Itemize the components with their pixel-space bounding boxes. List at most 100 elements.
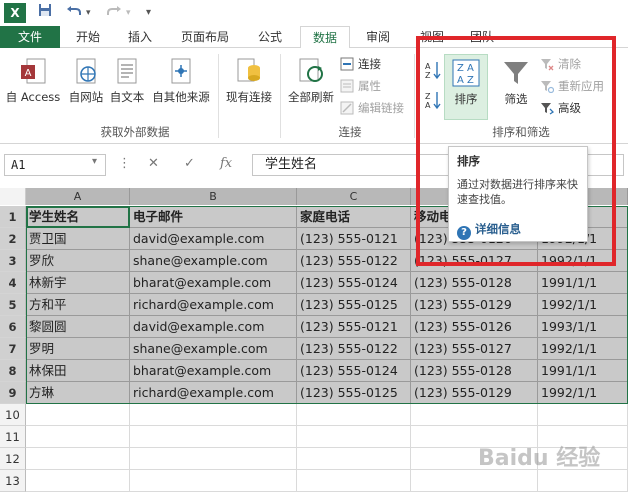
table-cell[interactable]: bharat@example.com <box>130 272 297 294</box>
table-cell[interactable] <box>297 448 411 470</box>
undo-dropdown-icon[interactable]: ▾ <box>86 3 91 23</box>
sort-descending-button[interactable]: ZA <box>424 90 442 110</box>
properties-button[interactable]: 属性 <box>340 76 381 96</box>
row-header[interactable]: 2 <box>0 228 26 250</box>
connections-button[interactable]: 连接 <box>340 54 381 74</box>
cancel-icon[interactable]: ✕ <box>148 156 159 171</box>
filter-button[interactable]: 筛选 <box>496 58 536 107</box>
tab-page-layout[interactable]: 页面布局 <box>172 26 238 48</box>
table-cell[interactable] <box>130 404 297 426</box>
table-cell[interactable] <box>297 426 411 448</box>
table-cell[interactable]: 1991/1/1 <box>538 272 628 294</box>
insert-function-icon[interactable]: fx <box>220 156 232 171</box>
row-header[interactable]: 6 <box>0 316 26 338</box>
row-header[interactable]: 11 <box>0 426 26 448</box>
table-cell[interactable]: shane@example.com <box>130 250 297 272</box>
table-cell[interactable]: 1992/1/1 <box>538 294 628 316</box>
sort-button[interactable]: ZAAZ 排序 <box>444 58 488 107</box>
table-cell[interactable]: (123) 555-0125 <box>297 382 411 404</box>
row-header[interactable]: 1 <box>0 206 26 228</box>
edit-links-button[interactable]: 编辑链接 <box>340 98 404 118</box>
table-cell[interactable]: (123) 555-0124 <box>297 360 411 382</box>
table-cell[interactable] <box>130 448 297 470</box>
table-cell[interactable] <box>538 404 628 426</box>
redo-icon[interactable] <box>106 3 122 23</box>
table-cell[interactable]: (123) 555-0124 <box>297 272 411 294</box>
table-cell[interactable]: 1992/1/1 <box>538 382 628 404</box>
name-box[interactable]: A1 <box>4 154 106 176</box>
table-cell[interactable] <box>26 448 130 470</box>
table-cell[interactable] <box>26 404 130 426</box>
table-cell[interactable] <box>297 404 411 426</box>
from-web-button[interactable]: 自网站 <box>64 56 108 105</box>
row-header[interactable]: 4 <box>0 272 26 294</box>
advanced-filter-button[interactable]: 高级 <box>540 98 581 118</box>
table-cell[interactable] <box>130 426 297 448</box>
row-header[interactable]: 9 <box>0 382 26 404</box>
table-cell[interactable]: 林保田 <box>26 360 130 382</box>
table-cell[interactable]: (123) 555-0129 <box>411 294 538 316</box>
existing-connections-button[interactable]: 现有连接 <box>222 56 276 105</box>
table-cell[interactable] <box>26 426 130 448</box>
row-header[interactable]: 5 <box>0 294 26 316</box>
column-header-c[interactable]: C <box>297 188 411 205</box>
from-access-button[interactable]: A 自 Access <box>4 56 62 105</box>
table-cell[interactable]: (123) 555-0122 <box>297 338 411 360</box>
tab-formulas[interactable]: 公式 <box>248 26 292 48</box>
select-all-corner[interactable] <box>0 188 26 205</box>
table-cell[interactable]: 罗明 <box>26 338 130 360</box>
column-header-b[interactable]: B <box>130 188 297 205</box>
name-box-dropdown-icon[interactable]: ▾ <box>92 156 97 167</box>
table-cell[interactable]: 林新宇 <box>26 272 130 294</box>
table-cell[interactable]: (123) 555-0128 <box>411 272 538 294</box>
table-cell[interactable]: richard@example.com <box>130 294 297 316</box>
tab-review[interactable]: 审阅 <box>356 26 400 48</box>
table-cell[interactable]: 罗欣 <box>26 250 130 272</box>
table-cell[interactable]: david@example.com <box>130 228 297 250</box>
table-cell[interactable]: bharat@example.com <box>130 360 297 382</box>
save-icon[interactable] <box>38 3 52 23</box>
table-cell[interactable]: (123) 555-0121 <box>297 228 411 250</box>
table-cell[interactable]: 方和平 <box>26 294 130 316</box>
table-cell[interactable]: 电子邮件 <box>130 206 297 228</box>
tab-file[interactable]: 文件 <box>0 26 60 48</box>
table-cell[interactable]: (123) 555-0127 <box>411 338 538 360</box>
tab-view[interactable]: 视图 <box>410 26 454 48</box>
table-cell[interactable] <box>411 404 538 426</box>
enter-icon[interactable]: ✓ <box>184 156 195 171</box>
table-cell[interactable]: 家庭电话 <box>297 206 411 228</box>
table-cell[interactable]: 1992/1/1 <box>538 250 628 272</box>
table-cell[interactable]: 1992/1/1 <box>538 338 628 360</box>
customize-toolbar-icon[interactable]: ▾ <box>146 3 151 23</box>
row-header[interactable]: 7 <box>0 338 26 360</box>
row-header[interactable]: 8 <box>0 360 26 382</box>
reapply-button[interactable]: 重新应用 <box>540 76 604 96</box>
tab-home[interactable]: 开始 <box>66 26 110 48</box>
table-cell[interactable]: (123) 555-0121 <box>297 316 411 338</box>
table-cell[interactable]: (123) 555-0126 <box>411 316 538 338</box>
tooltip-more-info-link[interactable]: ? 详细信息 <box>457 221 521 240</box>
tab-insert[interactable]: 插入 <box>118 26 162 48</box>
table-cell[interactable]: (123) 555-0125 <box>297 294 411 316</box>
table-cell[interactable] <box>130 470 297 492</box>
table-cell[interactable] <box>538 470 628 492</box>
table-cell[interactable]: 黎圆圆 <box>26 316 130 338</box>
table-cell[interactable]: 1993/1/1 <box>538 316 628 338</box>
table-cell[interactable] <box>26 470 130 492</box>
table-cell[interactable]: shane@example.com <box>130 338 297 360</box>
from-text-button[interactable]: 自文本 <box>106 56 148 105</box>
clear-filter-button[interactable]: 清除 <box>540 54 581 74</box>
table-cell[interactable]: (123) 555-0129 <box>411 382 538 404</box>
redo-dropdown-icon[interactable]: ▾ <box>126 3 131 23</box>
undo-icon[interactable] <box>66 3 82 23</box>
table-cell[interactable]: richard@example.com <box>130 382 297 404</box>
table-cell[interactable] <box>297 470 411 492</box>
row-header[interactable]: 3 <box>0 250 26 272</box>
table-cell[interactable] <box>411 470 538 492</box>
row-header[interactable]: 10 <box>0 404 26 426</box>
sort-ascending-button[interactable]: AZ <box>424 60 442 80</box>
table-cell[interactable]: (123) 555-0122 <box>297 250 411 272</box>
table-cell[interactable]: 贾卫国 <box>26 228 130 250</box>
tab-data[interactable]: 数据 <box>300 26 350 49</box>
table-cell[interactable]: (123) 555-0127 <box>411 250 538 272</box>
